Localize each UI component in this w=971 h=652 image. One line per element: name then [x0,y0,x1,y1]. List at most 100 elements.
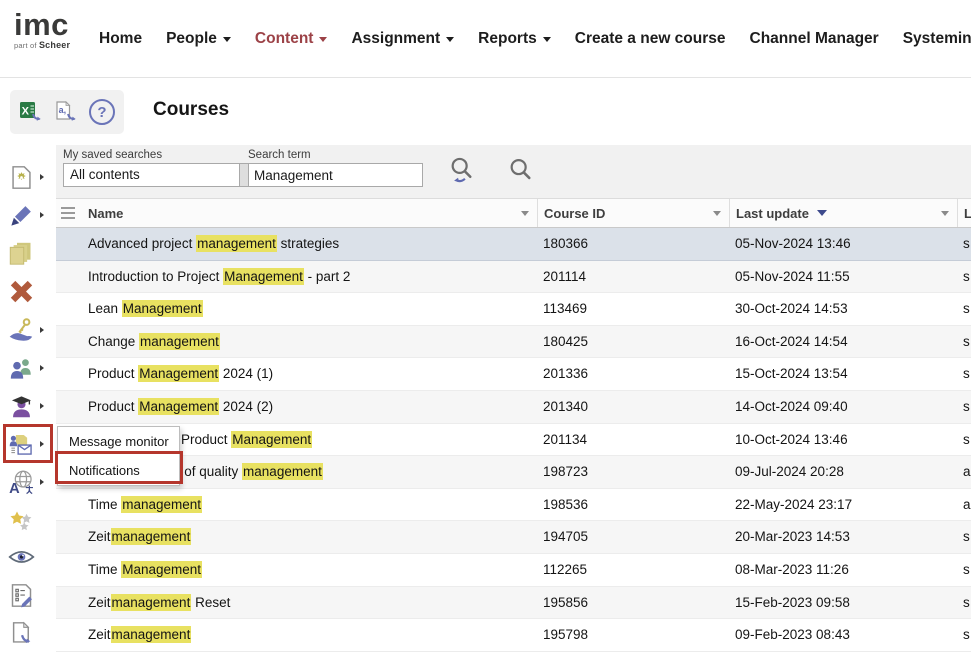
sidebar-item-edit[interactable] [2,198,54,232]
sidebar-item-messages[interactable] [2,427,54,461]
filter-chevron-icon[interactable] [521,211,529,216]
search-highlight: Management [231,431,312,448]
messages-icon [7,430,35,458]
table-row[interactable]: Zeitmanagement Reset19585615-Feb-2023 09… [56,587,971,620]
participants-icon [7,354,35,382]
table-header: Name Course ID Last update L [56,198,971,228]
filter-chevron-icon[interactable] [713,211,721,216]
last-update-cell: 09-Jul-2024 20:28 [735,456,844,487]
table-row[interactable]: Zeitmanagement19470520-Mar-2023 14:53s [56,521,971,554]
column-header-truncated[interactable]: L [957,199,971,227]
truncated-cell: s [963,521,970,552]
search-term-input[interactable] [248,163,423,187]
search-reset-button[interactable] [448,156,476,186]
nav-item-label: Home [99,30,142,48]
nav-item-channel-manager[interactable]: Channel Manager [750,30,879,48]
table-row[interactable]: Advanced project management strategies18… [56,228,971,261]
row-menu-icon[interactable] [61,207,75,222]
excel-export-icon: X [19,100,45,124]
sidebar-item-evaluation[interactable] [2,578,54,612]
svg-text:a,: a, [59,105,67,115]
filter-chevron-icon[interactable] [941,211,949,216]
sidebar-item-participants[interactable] [2,351,54,385]
truncated-cell: s [963,391,970,422]
nav-item-content[interactable]: Content [255,30,328,48]
help-button[interactable]: ? [89,99,115,125]
logo-subtext: part of Scheer [14,40,70,50]
menu-item-notifications[interactable]: Notifications [58,456,179,485]
export-icon [7,619,35,647]
sort-desc-icon [817,210,827,216]
nav-item-label: People [166,30,217,48]
last-update-cell: 10-Oct-2024 13:46 [735,424,848,455]
nav-item-label: Content [255,30,314,48]
sidebar-item-preview[interactable] [2,540,54,574]
truncated-cell: s [963,228,970,259]
table-row[interactable]: Change management18042516-Oct-2024 14:54… [56,326,971,359]
sidebar-item-delete[interactable] [2,274,54,308]
nav-item-assignment[interactable]: Assignment [351,30,454,48]
sidebar-item-new-content[interactable] [2,160,54,194]
main-nav: Home People Content Assignment Reports Create… [99,0,971,77]
truncated-cell: s [963,293,970,324]
sidebar-item-copy[interactable] [2,236,54,270]
table-row[interactable]: Product Management 2024 (1)20133615-Oct-… [56,358,971,391]
name-cell: Zeitmanagement [88,521,191,552]
table-row[interactable]: Zeitmanagement19579809-Feb-2023 08:43s [56,619,971,652]
search-highlight: management [139,333,220,350]
saved-searches-dropdown[interactable]: All contents [63,163,265,187]
chevron-down-icon [319,37,327,42]
menu-item-message-monitor[interactable]: Message monitor [58,427,179,456]
table-row[interactable]: Introduction to Project Management - par… [56,261,971,294]
table-row[interactable]: Lean Management11346930-Oct-2024 14:53s [56,293,971,326]
last-update-cell: 08-Mar-2023 11:26 [735,554,849,585]
sidebar-item-export[interactable] [2,616,54,650]
table-row[interactable]: Time Management11226508-Mar-2023 11:26s [56,554,971,587]
name-cell: Introduction to Project Management - par… [88,261,350,292]
sidebar-item-rating[interactable] [2,503,54,537]
search-highlight: management [121,496,202,513]
course-id-cell: 195798 [543,619,588,650]
last-update-cell: 05-Nov-2024 13:46 [735,228,851,259]
nav-item-reports[interactable]: Reports [478,30,551,48]
saved-searches-value: All contents [64,164,239,186]
imc-logo[interactable]: imc part of Scheer [14,10,70,50]
column-header-name[interactable]: Name [56,199,538,227]
tutor-icon [7,392,35,420]
name-cell: Lean Management [88,293,203,324]
search-highlight: Management [121,561,202,578]
table-row[interactable]: Time management19853622-May-2024 23:17a [56,489,971,522]
table-row[interactable]: Product Management 2024 (2)20134014-Oct-… [56,391,971,424]
search-button[interactable] [507,156,535,186]
sidebar-item-translate[interactable]: A [2,465,54,499]
nav-item-people[interactable]: People [166,30,231,48]
logo-text: imc [14,10,70,40]
preview-icon [7,543,35,571]
last-update-cell: 05-Nov-2024 11:55 [735,261,850,292]
column-header-course-id[interactable]: Course ID [537,199,730,227]
nav-item-create-a-new-course[interactable]: Create a new course [575,30,726,48]
course-id-cell: 201340 [543,391,588,422]
search-highlight: Management [223,268,304,285]
sidebar-item-assign-licence[interactable] [2,313,54,347]
page-actions-toolbar: X a, ? [10,90,124,134]
table-row[interactable]: Product Management20113410-Oct-2024 13:4… [56,424,971,457]
flyout-arrow-icon [40,441,44,447]
column-header-last-update[interactable]: Last update [729,199,958,227]
action-sidebar: A [0,145,56,652]
sidebar-item-tutor[interactable] [2,389,54,423]
search-highlight: management [111,626,192,643]
edit-icon [7,201,35,229]
last-update-cell: 20-Mar-2023 14:53 [735,521,850,552]
nav-item-systeminfo[interactable]: Systeminfo [903,30,971,48]
messages-flyout-menu: Message monitorNotifications [57,426,180,486]
search-highlight: management [242,463,323,480]
last-update-cell: 30-Oct-2024 14:53 [735,293,848,324]
table-row[interactable]: e of quality management19872309-Jul-2024… [56,456,971,489]
excel-export-button[interactable]: X [19,99,45,125]
text-export-button[interactable]: a, [54,99,80,125]
last-update-cell: 16-Oct-2024 14:54 [735,326,848,357]
nav-item-home[interactable]: Home [99,30,142,48]
chevron-down-icon [223,37,231,42]
help-icon: ? [89,99,115,125]
